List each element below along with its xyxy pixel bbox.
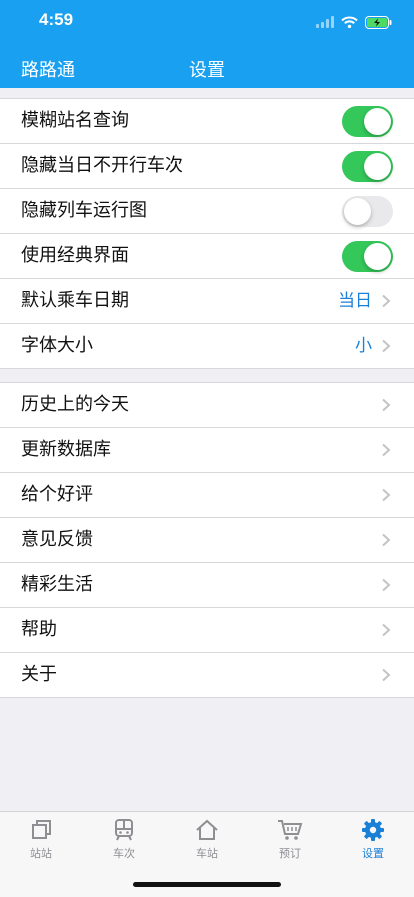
chevron-right-icon <box>382 294 391 308</box>
cart-icon <box>278 820 303 840</box>
chevron-right-icon <box>382 339 391 353</box>
hide-diagram-toggle[interactable] <box>342 196 393 227</box>
tab-station[interactable]: 车站 <box>166 818 248 861</box>
setting-font-size[interactable]: 字体大小 小 <box>0 324 414 368</box>
setting-fuzzy-station-search: 模糊站名查询 <box>0 99 414 144</box>
row-about[interactable]: 关于 <box>0 653 414 697</box>
tab-settings[interactable]: 设置 <box>332 818 414 861</box>
toggle-knob <box>364 153 391 180</box>
row-help[interactable]: 帮助 <box>0 608 414 653</box>
row-label: 意见反馈 <box>21 529 93 550</box>
fuzzy-search-toggle[interactable] <box>342 106 393 137</box>
tab-label: 车站 <box>196 847 218 860</box>
setting-label: 字体大小 <box>21 335 93 356</box>
tab-label: 站站 <box>30 847 52 860</box>
row-label: 精彩生活 <box>21 574 93 595</box>
tab-label: 车次 <box>113 847 135 860</box>
setting-label: 使用经典界面 <box>21 245 129 266</box>
chevron-right-icon <box>382 443 391 457</box>
wifi-icon <box>341 16 358 28</box>
page-title: 设置 <box>189 60 225 81</box>
setting-value: 小 <box>355 336 372 356</box>
row-label: 帮助 <box>21 619 57 640</box>
row-update-database[interactable]: 更新数据库 <box>0 428 414 473</box>
train-icon <box>115 819 133 841</box>
row-lifestyle[interactable]: 精彩生活 <box>0 563 414 608</box>
row-rate-app[interactable]: 给个好评 <box>0 473 414 518</box>
setting-classic-interface: 使用经典界面 <box>0 234 414 279</box>
chevron-right-icon <box>382 533 391 547</box>
tab-trains[interactable]: 车次 <box>83 818 165 861</box>
row-label: 给个好评 <box>21 484 93 505</box>
row-history-today[interactable]: 历史上的今天 <box>0 383 414 428</box>
tab-label: 预订 <box>279 847 301 860</box>
toggle-knob <box>364 108 391 135</box>
row-label: 关于 <box>21 664 57 685</box>
settings-list: 模糊站名查询 隐藏当日不开行车次 隐藏列车运行图 使用经典界面 默认乘车日期 当… <box>0 98 414 369</box>
setting-default-date[interactable]: 默认乘车日期 当日 <box>0 279 414 324</box>
gear-icon <box>362 819 384 841</box>
chevron-right-icon <box>382 623 391 637</box>
tab-label: 设置 <box>362 847 384 860</box>
setting-label: 默认乘车日期 <box>21 290 129 311</box>
header: 4:59 路路通 设置 <box>0 0 414 88</box>
toggle-knob <box>364 243 391 270</box>
stations-icon <box>32 820 51 839</box>
setting-label: 模糊站名查询 <box>21 110 129 131</box>
chevron-right-icon <box>382 668 391 682</box>
setting-value: 当日 <box>338 291 372 311</box>
home-indicator <box>133 882 281 887</box>
status-icons <box>316 14 392 30</box>
chevron-right-icon <box>382 578 391 592</box>
tab-booking[interactable]: 预订 <box>249 818 331 861</box>
battery-icon <box>365 15 392 29</box>
home-icon <box>196 819 218 840</box>
setting-hide-non-running-trains: 隐藏当日不开行车次 <box>0 144 414 189</box>
chevron-right-icon <box>382 398 391 412</box>
setting-label: 隐藏列车运行图 <box>21 200 147 221</box>
signal-icon <box>316 16 334 28</box>
status-time: 4:59 <box>39 10 74 29</box>
chevron-right-icon <box>382 488 391 502</box>
setting-label: 隐藏当日不开行车次 <box>21 155 183 176</box>
toggle-knob <box>344 198 371 225</box>
hide-non-running-toggle[interactable] <box>342 151 393 182</box>
setting-hide-train-diagram: 隐藏列车运行图 <box>0 189 414 234</box>
classic-interface-toggle[interactable] <box>342 241 393 272</box>
more-list: 历史上的今天 更新数据库 给个好评 意见反馈 精彩生活 帮助 关于 <box>0 382 414 698</box>
tab-stations[interactable]: 站站 <box>0 818 82 861</box>
row-label: 更新数据库 <box>21 439 111 460</box>
row-feedback[interactable]: 意见反馈 <box>0 518 414 563</box>
row-label: 历史上的今天 <box>21 394 129 415</box>
